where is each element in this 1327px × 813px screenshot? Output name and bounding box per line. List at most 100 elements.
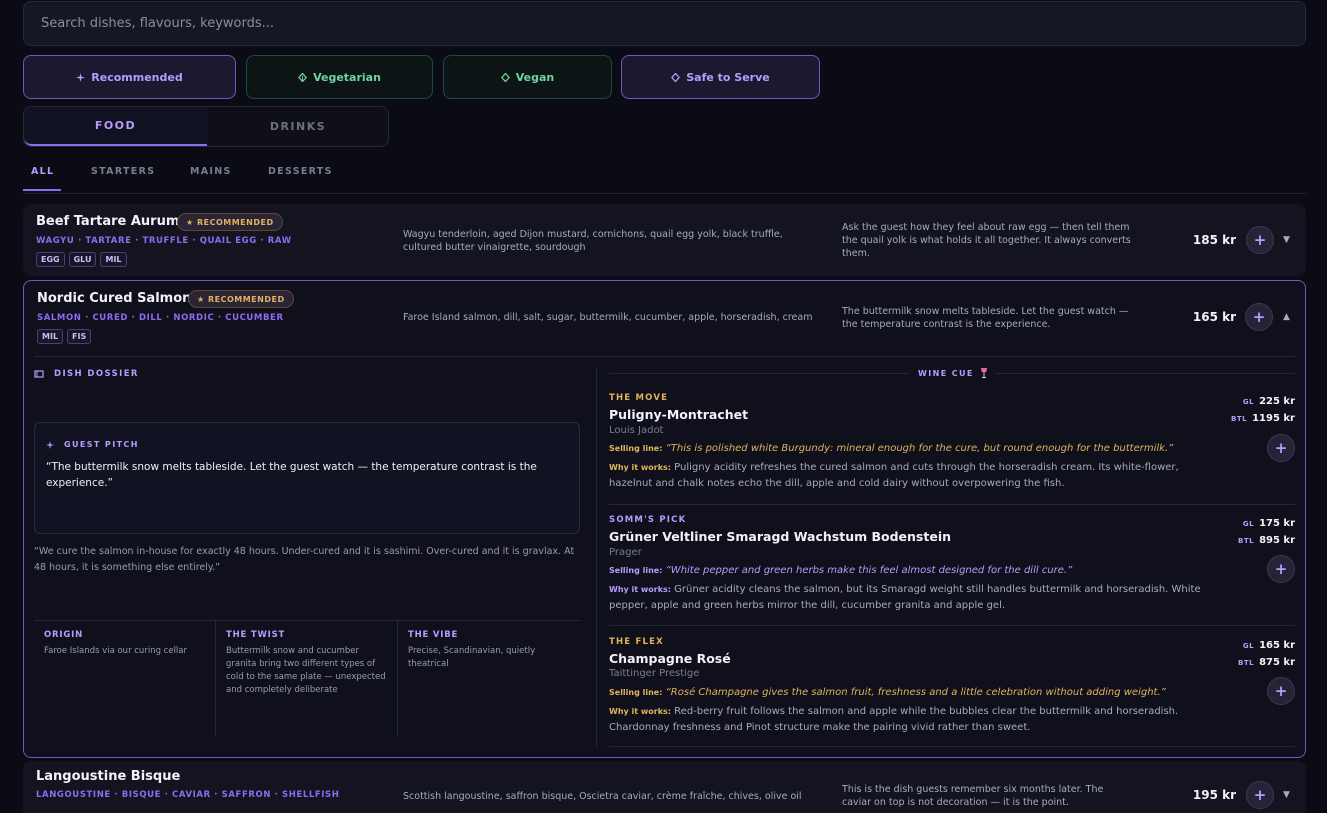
bottle-price: BTL 895 kr bbox=[1238, 535, 1295, 546]
chevron-up-icon[interactable]: ▲ bbox=[1283, 312, 1290, 322]
dish-price: 165 kr bbox=[1192, 310, 1236, 324]
dish-ingredients: Faroe Island salmon, dill, salt, sugar, … bbox=[403, 312, 813, 323]
allergen-badge: EGG bbox=[36, 252, 65, 267]
sparkle-icon bbox=[76, 72, 86, 82]
bottle-price-value: 875 kr bbox=[1259, 657, 1295, 668]
filter-label: Vegan bbox=[515, 70, 555, 84]
dish-pitch: Ask the guest how they feel about raw eg… bbox=[842, 222, 1131, 259]
divider bbox=[397, 621, 398, 736]
plus-icon: + bbox=[1252, 308, 1266, 326]
dish-name: Beef Tartare Aurum bbox=[36, 214, 180, 229]
allergen-badge: GLU bbox=[68, 252, 97, 267]
add-to-order-button[interactable]: + bbox=[1246, 781, 1274, 809]
selling-line: Selling line: “White pepper and green he… bbox=[609, 563, 1209, 579]
guest-pitch-header: GUEST PITCH bbox=[46, 440, 139, 449]
why-label: Why it works: bbox=[609, 585, 671, 594]
dossier-header: DISH DOSSIER bbox=[34, 369, 139, 379]
diamond-icon bbox=[671, 72, 681, 82]
wine-cue-header: WINE CUE bbox=[918, 368, 988, 378]
vibe-text: Precise, Scandinavian, quietly theatrica… bbox=[408, 646, 536, 669]
chevron-down-icon[interactable]: ▼ bbox=[1283, 235, 1290, 245]
divider bbox=[995, 373, 1295, 374]
glass-price-value: 165 kr bbox=[1259, 640, 1295, 651]
bottle-price: BTL 875 kr bbox=[1238, 657, 1295, 668]
bottle-label: BTL bbox=[1231, 415, 1248, 423]
why-it-works: Why it works: Grüner acidity cleans the … bbox=[609, 582, 1209, 614]
allergen-badge: FIS bbox=[67, 329, 92, 344]
add-wine-button[interactable]: + bbox=[1267, 555, 1295, 583]
tab-starters[interactable]: STARTERS bbox=[91, 166, 155, 191]
chef-note: “We cure the salmon in-house for exactly… bbox=[34, 546, 575, 573]
add-wine-button[interactable]: + bbox=[1267, 677, 1295, 705]
bottle-label: BTL bbox=[1237, 659, 1255, 667]
dossier-title: DISH DOSSIER bbox=[54, 369, 139, 379]
allergen-list: MIL FIS bbox=[37, 329, 92, 344]
tab-mains[interactable]: MAINS bbox=[190, 166, 232, 191]
glass-price-value: 175 kr bbox=[1259, 518, 1295, 529]
why-it-works: Why it works: Red-berry fruit follows th… bbox=[609, 704, 1209, 736]
why-label: Why it works: bbox=[609, 707, 671, 716]
divider bbox=[215, 621, 216, 736]
twist-title: THE TWIST bbox=[226, 630, 286, 640]
guest-pitch-label: GUEST PITCH bbox=[64, 440, 139, 449]
plus-icon: + bbox=[1253, 786, 1267, 804]
dish-price: 185 kr bbox=[1192, 233, 1236, 247]
why-text: Puligny acidity refreshes the cured salm… bbox=[609, 462, 1179, 489]
tab-drinks[interactable]: DRINKS bbox=[207, 107, 389, 146]
bottle-price: BTL 1195 kr bbox=[1231, 413, 1295, 424]
dish-tags: WAGYU · TARTARE · TRUFFLE · QUAIL EGG · … bbox=[36, 236, 292, 246]
recommended-badge: ★ RECOMMENDED bbox=[177, 213, 283, 231]
wine-cue-title: WINE CUE bbox=[918, 368, 974, 378]
allergen-list: EGG GLU MIL bbox=[36, 252, 127, 267]
glass-price: GL 225 kr bbox=[1243, 396, 1295, 407]
glass-price-value: 225 kr bbox=[1259, 396, 1295, 407]
tab-all[interactable]: ALL bbox=[23, 166, 61, 191]
glass-price: GL 175 kr bbox=[1243, 518, 1295, 529]
selling-line-label: Selling line: bbox=[609, 444, 663, 453]
filter-vegan[interactable]: Vegan bbox=[443, 55, 612, 99]
dish-tags: SALMON · CURED · DILL · NORDIC · CUCUMBE… bbox=[37, 313, 284, 323]
divider bbox=[34, 620, 580, 621]
filter-safe-to-serve[interactable]: Safe to Serve bbox=[621, 55, 820, 99]
why-label: Why it works: bbox=[609, 463, 671, 472]
guest-pitch-quote: “The buttermilk snow melts tableside. Le… bbox=[46, 461, 537, 489]
filter-vegetarian[interactable]: Vegetarian bbox=[246, 55, 433, 99]
wine-producer: Louis Jadot bbox=[609, 425, 664, 436]
filter-recommended[interactable]: Recommended bbox=[23, 55, 236, 99]
selling-line-text: “This is polished white Burgundy: minera… bbox=[665, 443, 1174, 454]
search-input[interactable]: Search dishes, flavours, keywords... bbox=[23, 1, 1306, 46]
allergen-badge: MIL bbox=[100, 252, 127, 267]
dish-price: 195 kr bbox=[1192, 788, 1236, 802]
dish-ingredients: Scottish langoustine, saffron bisque, Os… bbox=[403, 791, 802, 802]
plus-icon: + bbox=[1253, 231, 1267, 249]
bottle-price-value: 1195 kr bbox=[1252, 413, 1295, 424]
dish-ingredients: Wagyu tenderloin, aged Dijon mustard, co… bbox=[403, 229, 783, 253]
wine-category-label: THE FLEX bbox=[609, 637, 664, 647]
wine-glass-icon bbox=[980, 368, 987, 378]
menu-mode-toggle: FOOD DRINKS bbox=[23, 106, 389, 147]
add-to-order-button[interactable]: + bbox=[1245, 303, 1273, 331]
wine-name: Grüner Veltliner Smaragd Wachstum Bodens… bbox=[609, 529, 952, 544]
selling-line-label: Selling line: bbox=[609, 566, 663, 575]
wine-category-label: SOMM'S PICK bbox=[609, 515, 687, 525]
book-icon bbox=[34, 370, 44, 378]
sparkle-icon bbox=[46, 440, 54, 449]
twist-text: Buttermilk snow and cucumber granita bri… bbox=[226, 646, 386, 695]
chevron-down-icon[interactable]: ▼ bbox=[1283, 790, 1290, 800]
add-wine-button[interactable]: + bbox=[1267, 434, 1295, 462]
selling-line-label: Selling line: bbox=[609, 688, 663, 697]
allergen-badge: MIL bbox=[37, 329, 64, 344]
recommended-badge: ★ RECOMMENDED bbox=[188, 290, 294, 308]
tab-desserts[interactable]: DESSERTS bbox=[268, 166, 333, 191]
bottle-price-value: 895 kr bbox=[1259, 535, 1295, 546]
bottle-label: BTL bbox=[1237, 537, 1255, 545]
filter-label: Recommended bbox=[91, 70, 183, 84]
tab-food[interactable]: FOOD bbox=[24, 107, 207, 146]
dish-pitch: This is the dish guests remember six mon… bbox=[842, 784, 1104, 808]
add-to-order-button[interactable]: + bbox=[1246, 226, 1274, 254]
dish-tags: LANGOUSTINE · BISQUE · CAVIAR · SAFFRON … bbox=[36, 790, 340, 800]
origin-title: ORIGIN bbox=[44, 630, 83, 640]
dish-name: Nordic Cured Salmon bbox=[37, 291, 192, 306]
vibe-title: THE VIBE bbox=[408, 630, 459, 640]
divider bbox=[609, 746, 1295, 747]
